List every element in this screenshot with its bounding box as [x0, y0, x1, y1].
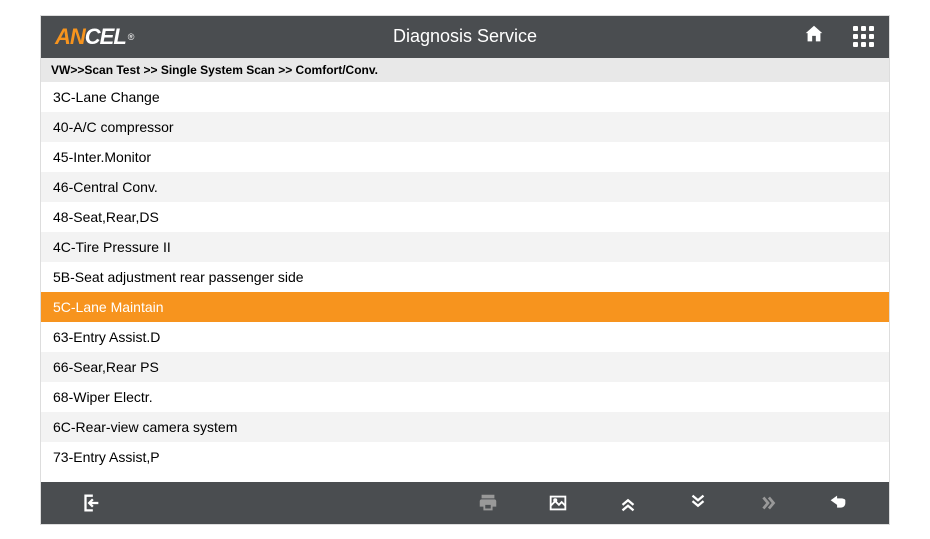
print-icon[interactable]	[477, 492, 499, 514]
list-item[interactable]: 3C-Lane Change	[41, 82, 889, 112]
list-item-label: 46-Central Conv.	[53, 179, 158, 195]
brand-logo: ANCEL®	[55, 24, 195, 50]
list-item[interactable]: 63-Entry Assist.D	[41, 322, 889, 352]
list-item[interactable]: 68-Wiper Electr.	[41, 382, 889, 412]
list-item[interactable]: 40-A/C compressor	[41, 112, 889, 142]
list-item-label: 3C-Lane Change	[53, 89, 160, 105]
scroll-down-icon[interactable]	[687, 492, 709, 514]
list-item[interactable]: 73-Entry Assist,P	[41, 442, 889, 472]
back-icon[interactable]	[827, 492, 849, 514]
list-item[interactable]: 66-Sear,Rear PS	[41, 352, 889, 382]
list-item[interactable]: 4C-Tire Pressure II	[41, 232, 889, 262]
list-item-label: 68-Wiper Electr.	[53, 389, 153, 405]
list-item[interactable]: 46-Central Conv.	[41, 172, 889, 202]
list-item-label: 66-Sear,Rear PS	[53, 359, 159, 375]
header-bar: ANCEL® Diagnosis Service	[41, 16, 889, 58]
apps-grid-icon[interactable]	[853, 26, 875, 48]
list-item-label: 4C-Tire Pressure II	[53, 239, 171, 255]
footer-bar	[41, 482, 889, 524]
page-title: Diagnosis Service	[195, 26, 735, 47]
exit-icon[interactable]	[61, 492, 121, 514]
scroll-up-icon[interactable]	[617, 492, 639, 514]
list-item-label: 48-Seat,Rear,DS	[53, 209, 159, 225]
breadcrumb: VW>>Scan Test >> Single System Scan >> C…	[41, 58, 889, 82]
list-item-label: 63-Entry Assist.D	[53, 329, 160, 345]
list-item[interactable]: 5B-Seat adjustment rear passenger side	[41, 262, 889, 292]
list-item[interactable]: 5C-Lane Maintain	[41, 292, 889, 322]
list-item-label: 45-Inter.Monitor	[53, 149, 151, 165]
list-item-label: 5B-Seat adjustment rear passenger side	[53, 269, 304, 285]
list-item-label: 40-A/C compressor	[53, 119, 174, 135]
list-item-label: 73-Entry Assist,P	[53, 449, 160, 465]
list-item[interactable]: 48-Seat,Rear,DS	[41, 202, 889, 232]
system-list: 3C-Lane Change 40-A/C compressor 45-Inter.…	[41, 82, 889, 482]
list-item[interactable]: 6C-Rear-view camera system	[41, 412, 889, 442]
list-item[interactable]: 45-Inter.Monitor	[41, 142, 889, 172]
app-screen: ANCEL® Diagnosis Service VW>>Scan Test >…	[40, 15, 890, 525]
list-item-label: 5C-Lane Maintain	[53, 299, 164, 315]
list-item-label: 6C-Rear-view camera system	[53, 419, 237, 435]
screenshot-icon[interactable]	[547, 492, 569, 514]
next-page-icon[interactable]	[757, 492, 779, 514]
home-icon[interactable]	[803, 23, 825, 50]
